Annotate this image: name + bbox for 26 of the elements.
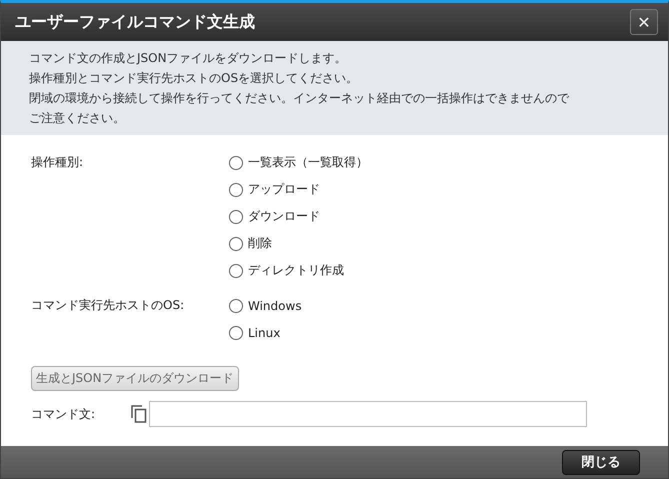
radio-button[interactable] — [229, 264, 243, 278]
radio-button[interactable] — [229, 156, 243, 170]
radio-button[interactable] — [229, 326, 243, 340]
description-text: コマンド文の作成とJSONファイルをダウンロードします。 — [29, 50, 348, 67]
field-label: 操作種別: — [31, 154, 84, 171]
description-text: ご注意ください。 — [29, 110, 126, 127]
close-button[interactable]: ✕ — [630, 9, 658, 35]
radio-button[interactable] — [229, 210, 243, 224]
radio-label[interactable]: Linux — [248, 326, 280, 340]
description-text: 閉域の環境から接続して操作を行ってください。インターネット経由での一括操作はできませんので — [29, 90, 570, 107]
description-text: 操作種別とコマンド実行先ホストのOSを選択してください。 — [29, 70, 360, 87]
window-title: ユーザーファイルコマンド文生成 — [15, 12, 255, 32]
radio-label[interactable]: ダウンロード — [248, 208, 320, 225]
command-field[interactable] — [149, 401, 587, 427]
copy-icon[interactable] — [131, 405, 147, 423]
radio-label[interactable]: 一覧表示（一覧取得） — [248, 154, 368, 171]
radio-button[interactable] — [229, 182, 243, 196]
radio-label[interactable]: Windows — [248, 298, 302, 312]
radio-button[interactable] — [229, 298, 243, 312]
radio-label[interactable]: アップロード — [248, 181, 320, 198]
radio-label[interactable]: ディレクトリ作成 — [248, 262, 344, 279]
field-label: コマンド実行先ホストのOS: — [31, 297, 186, 314]
field-label: コマンド文: — [31, 406, 96, 422]
radio-button[interactable] — [229, 236, 243, 250]
close-dialog-button[interactable]: 閉じる — [562, 450, 640, 474]
radio-label[interactable]: 削除 — [248, 235, 272, 252]
